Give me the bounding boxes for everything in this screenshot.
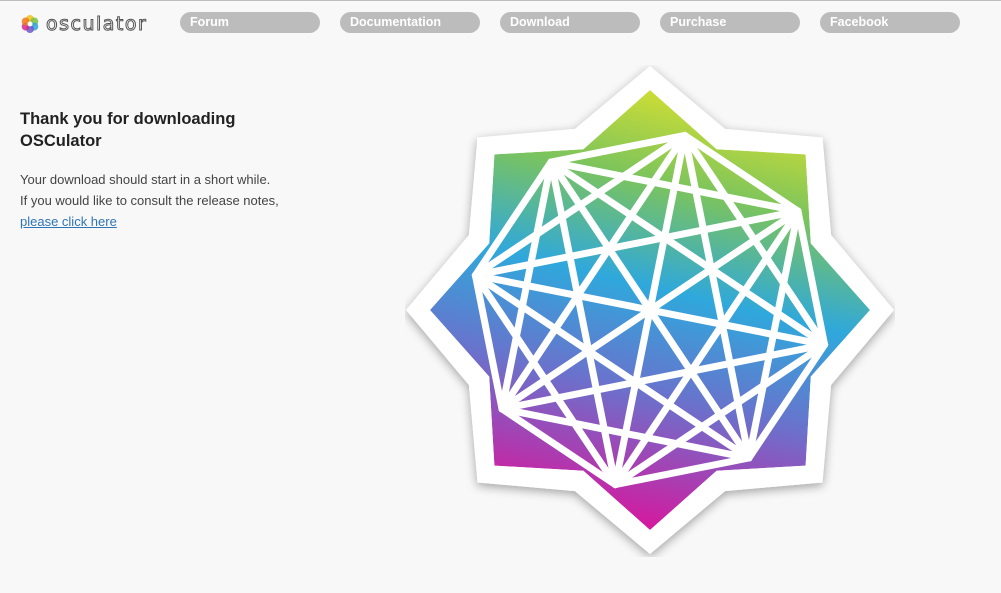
site-logo[interactable]: osculator — [20, 12, 147, 36]
nav-purchase[interactable]: Purchase — [660, 12, 800, 33]
message-line-1: Your download should start in a short wh… — [20, 172, 271, 187]
download-message: Thank you for downloading OSCulator Your… — [20, 108, 300, 232]
nav-facebook[interactable]: Facebook — [820, 12, 960, 33]
release-notes-link[interactable]: please click here — [20, 214, 117, 229]
page-title: Thank you for downloading OSCulator — [20, 110, 236, 150]
octagon-artwork-icon — [406, 66, 894, 554]
nav-download[interactable]: Download — [500, 12, 640, 33]
nav-documentation[interactable]: Documentation — [340, 12, 480, 33]
flower-logo-icon — [21, 15, 39, 33]
brand-name: osculator — [45, 13, 148, 36]
message-body: Your download should start in a short wh… — [20, 169, 300, 232]
nav-forum[interactable]: Forum — [180, 12, 320, 33]
main-nav: Forum Documentation Download Purchase Fa… — [180, 12, 980, 33]
octagon-artwork — [405, 65, 895, 562]
top-border — [0, 0, 1001, 1]
message-line-2: If you would like to consult the release… — [20, 193, 279, 208]
